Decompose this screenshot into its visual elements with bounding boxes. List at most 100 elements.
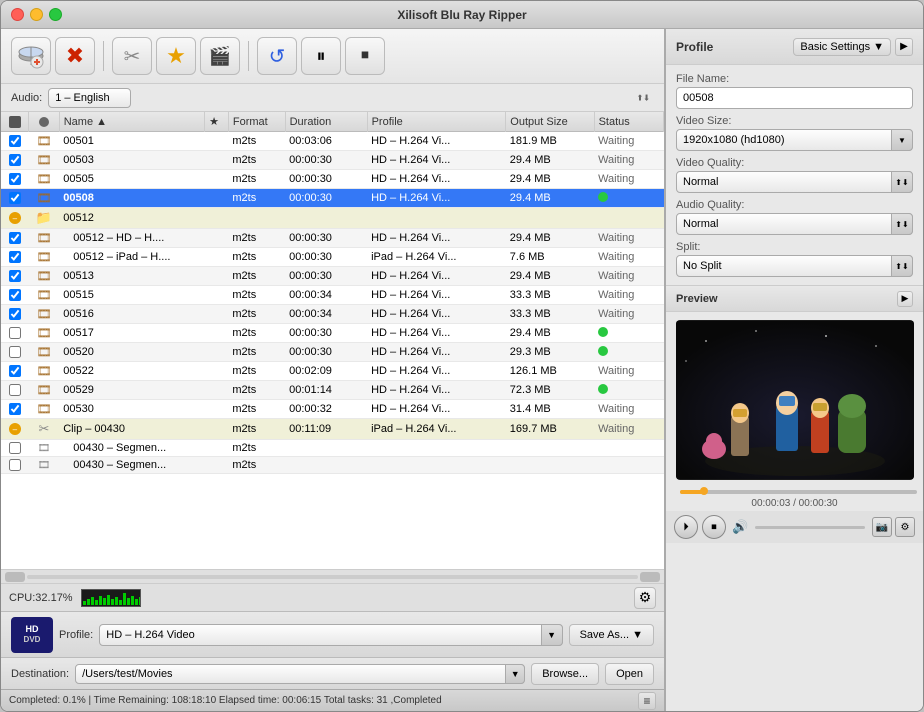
table-row[interactable]: 🎞00512 – iPad – H....m2ts00:00:30iPad – … (1, 248, 664, 267)
row-star[interactable] (205, 132, 229, 151)
row-star[interactable] (205, 324, 229, 343)
pause-button[interactable]: ⏸ (301, 37, 341, 75)
effects-button[interactable]: 🎬 (200, 37, 240, 75)
col-header-duration[interactable]: Duration (285, 112, 367, 132)
destination-dropdown-arrow[interactable]: ▼ (505, 664, 525, 684)
table-row[interactable]: 🎞00512 – HD – H....m2ts00:00:30HD – H.26… (1, 229, 664, 248)
row-checkbox[interactable] (1, 151, 29, 170)
row-checkbox[interactable] (1, 324, 29, 343)
row-star[interactable] (205, 208, 229, 229)
close-button[interactable] (11, 8, 24, 21)
video-size-select[interactable]: 1920x1080 (hd1080) (676, 129, 913, 151)
col-header-format[interactable]: Format (228, 112, 285, 132)
row-checkbox[interactable] (1, 248, 29, 267)
destination-input[interactable] (75, 664, 525, 684)
col-header-status[interactable]: Status (594, 112, 663, 132)
row-checkbox[interactable]: – (1, 419, 29, 440)
profile-select-arrow[interactable]: ▼ (541, 624, 563, 646)
table-row[interactable]: 🎞00501m2ts00:03:06HD – H.264 Vi...181.9 … (1, 132, 664, 151)
row-star[interactable] (205, 229, 229, 248)
row-star[interactable] (205, 248, 229, 267)
star-button[interactable]: ★ (156, 37, 196, 75)
row-checkbox[interactable] (1, 440, 29, 457)
table-row[interactable]: 🎞00529m2ts00:01:14HD – H.264 Vi...72.3 M… (1, 381, 664, 400)
col-header-name[interactable]: Name ▲ (59, 112, 204, 132)
table-row[interactable]: 🎞00516m2ts00:00:34HD – H.264 Vi...33.3 M… (1, 305, 664, 324)
col-header-profile[interactable]: Profile (367, 112, 506, 132)
table-row[interactable]: 🎞00517m2ts00:00:30HD – H.264 Vi...29.4 M… (1, 324, 664, 343)
horizontal-scrollbar[interactable] (1, 569, 664, 583)
preview-settings-button[interactable]: ⚙ (895, 517, 915, 537)
row-checkbox[interactable] (1, 286, 29, 305)
row-checkbox[interactable]: – (1, 208, 29, 229)
open-button[interactable]: Open (605, 663, 654, 685)
play-button[interactable]: ⏵ (674, 515, 698, 539)
status-end-button[interactable]: ≡ (638, 692, 656, 710)
row-star[interactable] (205, 170, 229, 189)
row-checkbox[interactable] (1, 132, 29, 151)
table-row[interactable]: 🎞00530m2ts00:00:32HD – H.264 Vi...31.4 M… (1, 400, 664, 419)
add-file-button[interactable] (11, 37, 51, 75)
row-star[interactable] (205, 362, 229, 381)
screenshot-button[interactable]: 📷 (872, 517, 892, 537)
table-row[interactable]: 🎞00430 – Segmen...m2ts (1, 440, 664, 457)
table-row[interactable]: 🎞00430 – Segmen...m2ts (1, 457, 664, 474)
row-checkbox[interactable] (1, 457, 29, 474)
row-star[interactable] (205, 189, 229, 208)
row-checkbox[interactable] (1, 343, 29, 362)
volume-slider[interactable] (755, 526, 865, 529)
progress-thumb[interactable] (700, 487, 708, 495)
row-star[interactable] (205, 400, 229, 419)
row-star[interactable] (205, 305, 229, 324)
table-row[interactable]: 🎞00513m2ts00:00:30HD – H.264 Vi...29.4 M… (1, 267, 664, 286)
split-arrow[interactable]: ⬆⬇ (891, 255, 913, 277)
cut-button[interactable]: ✂ (112, 37, 152, 75)
row-star[interactable] (205, 419, 229, 440)
row-star[interactable] (205, 343, 229, 362)
preview-expand-button[interactable]: ▶ (897, 291, 913, 307)
file-name-input[interactable] (676, 87, 913, 109)
table-row[interactable]: 🎞00508m2ts00:00:30HD – H.264 Vi...29.4 M… (1, 189, 664, 208)
row-star[interactable] (205, 151, 229, 170)
row-star[interactable] (205, 267, 229, 286)
video-quality-arrow[interactable]: ⬆⬇ (891, 171, 913, 193)
row-checkbox[interactable] (1, 170, 29, 189)
row-checkbox[interactable] (1, 229, 29, 248)
row-star[interactable] (205, 381, 229, 400)
stop-button[interactable]: ⏹ (345, 37, 385, 75)
split-select[interactable]: No Split (676, 255, 913, 277)
table-row[interactable]: 🎞00515m2ts00:00:34HD – H.264 Vi...33.3 M… (1, 286, 664, 305)
row-star[interactable] (205, 457, 229, 474)
convert-button[interactable]: ↺ (257, 37, 297, 75)
minimize-button[interactable] (30, 8, 43, 21)
row-checkbox[interactable] (1, 400, 29, 419)
video-size-arrow[interactable]: ▼ (891, 129, 913, 151)
row-checkbox[interactable] (1, 362, 29, 381)
playback-stop-button[interactable]: ⏹ (702, 515, 726, 539)
row-checkbox[interactable] (1, 305, 29, 324)
row-star[interactable] (205, 286, 229, 305)
file-table-container[interactable]: Name ▲ ★ Format Duration Profile Output … (1, 112, 664, 569)
profile-select[interactable]: HD – H.264 Video (99, 624, 562, 646)
table-row[interactable]: 🎞00505m2ts00:00:30HD – H.264 Vi...29.4 M… (1, 170, 664, 189)
row-star[interactable] (205, 440, 229, 457)
browse-button[interactable]: Browse... (531, 663, 599, 685)
audio-select[interactable]: 1 – English (48, 88, 131, 108)
row-checkbox[interactable] (1, 189, 29, 208)
preview-progress-track[interactable] (680, 490, 917, 494)
table-row[interactable]: 🎞00520m2ts00:00:30HD – H.264 Vi...29.3 M… (1, 343, 664, 362)
table-row[interactable]: 🎞00522m2ts00:02:09HD – H.264 Vi...126.1 … (1, 362, 664, 381)
cpu-settings-button[interactable]: ⚙ (634, 587, 656, 609)
table-row[interactable]: –📁00512 (1, 208, 664, 229)
expand-button[interactable]: ▶ (895, 38, 913, 56)
table-row[interactable]: 🎞00503m2ts00:00:30HD – H.264 Vi...29.4 M… (1, 151, 664, 170)
basic-settings-button[interactable]: Basic Settings ▼ (793, 38, 891, 56)
col-header-size[interactable]: Output Size (506, 112, 594, 132)
save-as-button[interactable]: Save As... ▼ (569, 624, 654, 646)
row-checkbox[interactable] (1, 267, 29, 286)
audio-quality-arrow[interactable]: ⬆⬇ (891, 213, 913, 235)
video-quality-select[interactable]: Normal (676, 171, 913, 193)
remove-button[interactable]: ✖ (55, 37, 95, 75)
table-row[interactable]: –✂Clip – 00430m2ts00:11:09iPad – H.264 V… (1, 419, 664, 440)
row-checkbox[interactable] (1, 381, 29, 400)
